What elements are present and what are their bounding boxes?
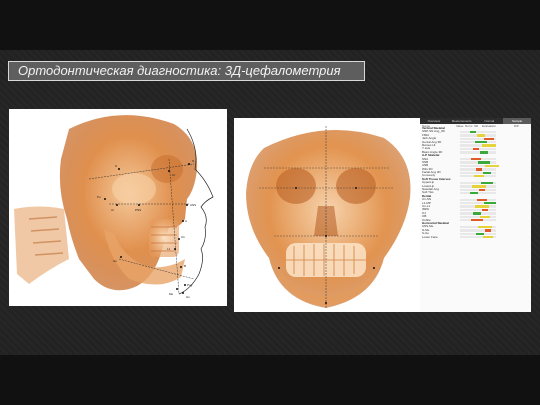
evaluation-bar [460,212,496,215]
landmark-label: U1 [181,235,185,239]
evaluation-bar [460,147,496,151]
evaluation-bar [460,181,496,185]
evaluation-bar [460,141,496,144]
landmark-label: Gn [186,295,191,299]
evaluation-bar [460,225,496,229]
landmark-label: Ar [111,208,114,212]
evaluation-bar [460,219,496,222]
landmark-label: B [184,264,187,268]
evaluation-bar [460,205,496,208]
evaluation-bar [460,185,496,188]
slide-title: Ортодонтическая диагностика: 3Д-цефаломе… [8,61,365,81]
landmark-label: N [192,159,195,163]
lateral-skull-3d-scan [14,115,214,295]
evaluation-bar [460,198,496,202]
frontal-ceph-panel: Overview Measurements Normal Sample Name… [234,118,531,312]
top-band [0,0,540,50]
landmark-label: A [185,219,188,223]
evaluation-bar [460,134,496,137]
landmark-label: Po [97,195,101,199]
landmark-label: S [115,164,118,168]
landmark-label: Me [169,292,174,296]
evaluation-bar [460,161,496,164]
evaluation-bar [460,137,496,141]
analysis-table: Overview Measurements Normal Sample Name… [420,118,531,312]
evaluation-bar [460,171,496,174]
evaluation-bar [460,174,496,178]
landmark-label: L1 [167,247,171,251]
evaluation-bar [460,236,496,239]
evaluation-bar [460,158,496,161]
evaluation-bar [460,130,496,134]
evaluation-bar [460,215,496,219]
landmark-label: Or [172,173,176,177]
lateral-ceph-panel: N Or Po Ar Go Me Pog A B ANS PNS S Gn U1… [9,109,227,306]
evaluation-bar [460,164,499,168]
landmark-label: Pog [187,283,193,287]
bottom-band [0,355,540,405]
landmark-label: PNS [135,208,142,212]
evaluation-bar [460,191,496,195]
evaluation-bar [460,168,496,171]
row-label: Lower Face [422,235,438,239]
evaluation-bar [460,232,496,235]
evaluation-bar [460,188,496,191]
landmark-label: Go [113,259,118,263]
table-row[interactable]: Lower Face [422,236,529,239]
evaluation-bar [460,202,496,205]
evaluation-bar [460,151,496,154]
evaluation-bar [460,229,496,232]
evaluation-bar [460,208,496,212]
evaluation-bar [460,144,496,147]
table-rows: Vertical Skeletal SNP-SN Ang_3D FMIA Jarb A… [422,126,529,239]
landmark-label: ANS [190,203,197,207]
frontal-skull-3d-scan [246,126,411,308]
